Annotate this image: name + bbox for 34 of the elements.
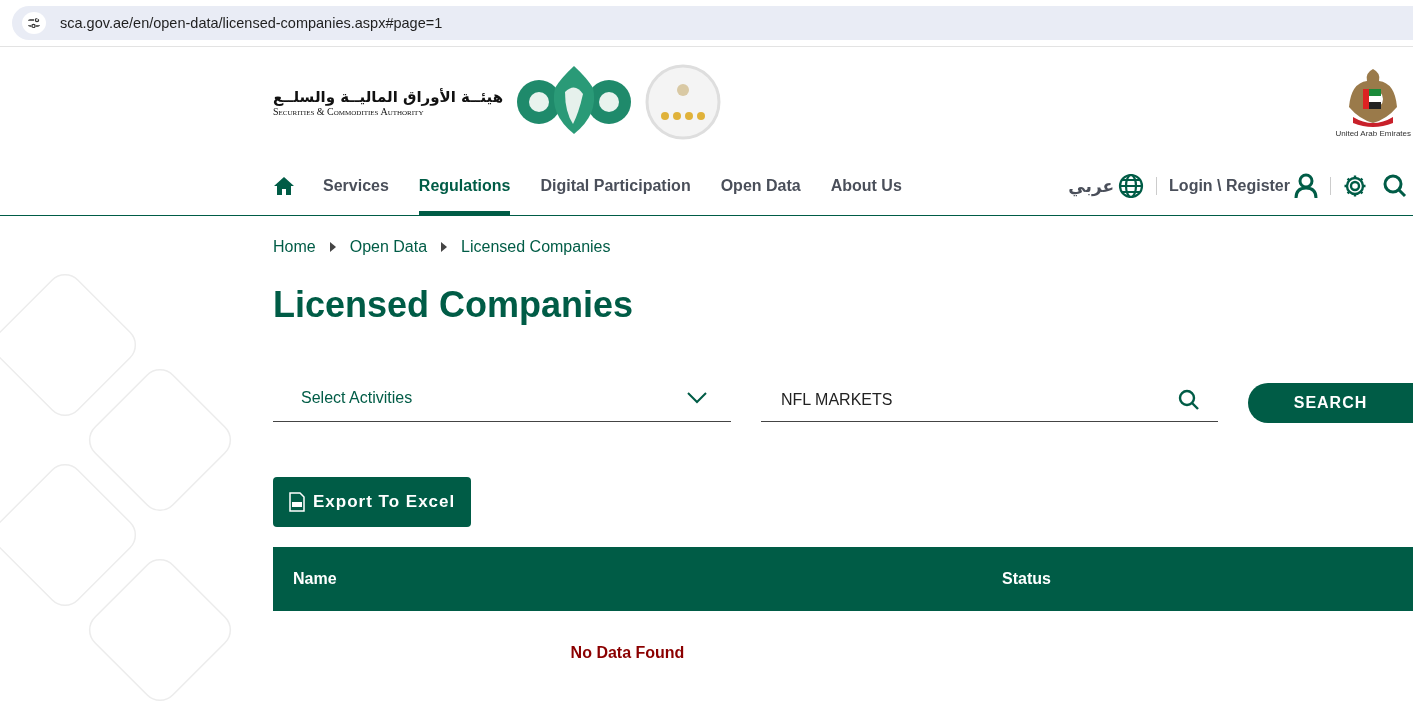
home-icon [273,176,295,196]
language-link[interactable]: عربي [1068,176,1115,196]
nav-tab[interactable]: Digital Participation [540,157,691,215]
search-button[interactable]: SEARCH [1248,383,1413,423]
nav-tab[interactable]: About Us [830,157,902,215]
spreadsheet-file-icon [289,492,305,512]
chevron-down-icon [687,391,707,404]
breadcrumb-link[interactable]: Open Data [349,238,428,256]
page-title: Licensed Companies [273,284,635,326]
user-icon[interactable] [1294,173,1318,199]
breadcrumb-link[interactable]: Home [273,238,316,256]
empty-message: No Data Found [570,644,685,662]
search-icon[interactable] [1383,174,1407,198]
activities-select[interactable]: Select Activities [273,374,731,422]
nav-tab[interactable]: Open Data [720,157,801,215]
globe-icon[interactable] [1118,173,1145,199]
column-header: Name [292,570,338,588]
url-text[interactable]: sca.gov.ae/en/open-data/licensed-companies.aspx#page=1 [60,15,443,31]
logo-arabic-text: هيئــة الأوراق الماليــة والسلــع [273,87,504,106]
login-register-link[interactable]: Login \ Register [1169,177,1290,195]
emblem-caption: United Arab Emirates [1335,128,1411,138]
chevron-right-icon [441,242,448,252]
settings-icon[interactable] [1343,174,1367,198]
search-field[interactable]: NFL MARKETS [781,379,1178,420]
chevron-right-icon [329,242,336,252]
breadcrumb-link[interactable]: Licensed Companies [461,238,611,256]
logo-english-text: Securities & Commodities Authority [273,105,424,117]
search-icon[interactable] [1178,388,1200,411]
export-button[interactable]: Export To Excel [273,477,472,527]
site-settings-icon[interactable] [22,12,46,34]
award-badge-icon [645,64,722,140]
column-header: Status [1002,570,1051,588]
nav-tab[interactable]: Services [323,157,389,215]
nav-tab[interactable]: Regulations [418,157,511,215]
